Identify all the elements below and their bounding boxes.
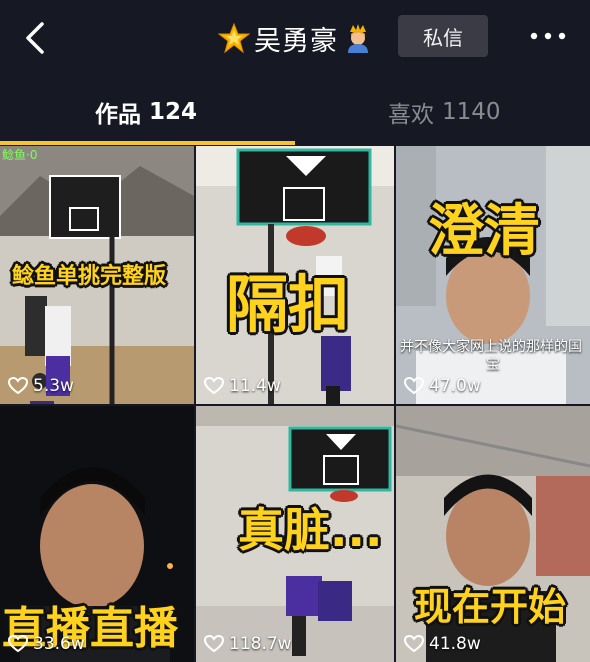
top-bar: 吴勇豪 私信 xyxy=(0,0,590,78)
message-button[interactable]: 私信 xyxy=(398,15,488,57)
like-count-value: 41.8w xyxy=(429,634,481,654)
video-thumbnail[interactable]: 直播直播 33.6w xyxy=(0,406,194,662)
more-horizontal-icon[interactable] xyxy=(528,24,568,48)
like-count-value: 47.0w xyxy=(429,376,481,396)
video-thumbnail[interactable]: 现在开始 41.8w xyxy=(396,406,590,662)
tab-works-count: 124 xyxy=(149,99,198,125)
tab-works[interactable]: 作品 124 xyxy=(95,86,197,138)
chevron-left-icon[interactable] xyxy=(18,20,52,56)
video-grid: 鲶鱼·0 鲶鱼单挑完整版 5.3w 隔扣 11.4w 澄清 并不像大家网上说的那… xyxy=(0,146,590,662)
profile-title: 吴勇豪 xyxy=(218,18,374,58)
like-count-value: 11.4w xyxy=(229,376,281,396)
heart-icon xyxy=(404,635,424,653)
like-count-value: 118.7w xyxy=(229,634,292,654)
like-count: 41.8w xyxy=(404,634,481,654)
heart-icon xyxy=(204,635,224,653)
tab-works-label: 作品 xyxy=(95,102,141,128)
heart-icon xyxy=(404,377,424,395)
glowing-star-icon xyxy=(218,22,250,54)
like-count: 11.4w xyxy=(204,376,281,396)
video-thumbnail[interactable]: 隔扣 11.4w xyxy=(196,146,394,404)
tab-likes-count: 1140 xyxy=(442,99,501,125)
video-overlay-text: 澄清 xyxy=(428,199,540,264)
video-overlay-text: 现在开始 xyxy=(414,585,567,629)
video-subtitle: 并不像大家网上说的那样的国 xyxy=(400,339,582,355)
video-subtitle-line2: 宝 xyxy=(486,357,500,373)
video-overlay-text: 隔扣 xyxy=(226,268,351,341)
like-count: 118.7w xyxy=(204,634,292,654)
like-count: 47.0w xyxy=(404,376,481,396)
video-thumbnail[interactable]: 真脏... 118.7w xyxy=(196,406,394,662)
heart-icon xyxy=(204,377,224,395)
active-tab-indicator xyxy=(0,141,295,145)
video-thumbnail[interactable]: 鲶鱼·0 鲶鱼单挑完整版 5.3w xyxy=(0,146,194,404)
tab-likes[interactable]: 喜欢 1140 xyxy=(388,86,501,138)
tab-bar: 作品 124 喜欢 1140 xyxy=(0,86,590,144)
prince-icon xyxy=(348,24,368,53)
like-count: 5.3w xyxy=(8,376,74,396)
video-thumbnail[interactable]: 澄清 并不像大家网上说的那样的国 宝 47.0w xyxy=(396,146,590,404)
heart-icon xyxy=(8,377,28,395)
heart-icon xyxy=(8,635,28,653)
like-count-value: 33.6w xyxy=(33,634,85,654)
video-overlay-text: 鲶鱼单挑完整版 xyxy=(12,264,167,289)
like-count-value: 5.3w xyxy=(33,376,74,396)
video-tag: 鲶鱼·0 xyxy=(2,148,38,162)
like-count: 33.6w xyxy=(8,634,85,654)
profile-name: 吴勇豪 xyxy=(254,25,338,57)
video-overlay-text: 真脏... xyxy=(238,503,383,557)
tab-likes-label: 喜欢 xyxy=(388,102,434,128)
